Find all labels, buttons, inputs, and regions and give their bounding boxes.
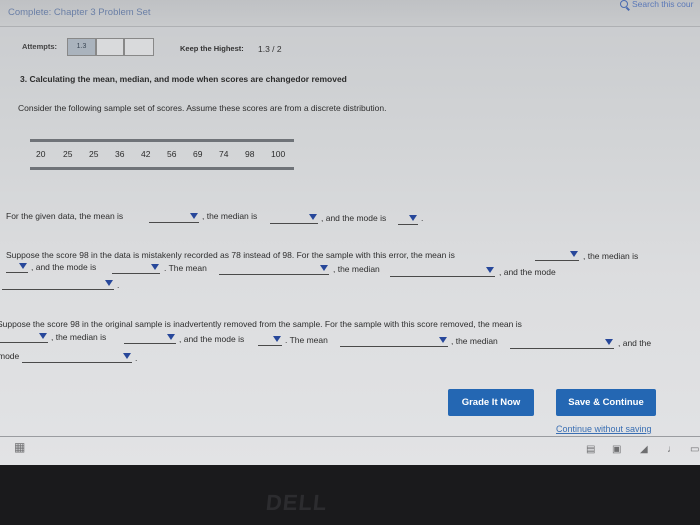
- score-cell: 20: [36, 149, 46, 159]
- course-title: Complete: Chapter 3 Problem Set: [8, 7, 151, 18]
- score-cell: 98: [245, 149, 255, 159]
- dropdown-arrow-icon: [167, 334, 175, 340]
- assignment-header: Complete: Chapter 3 Problem Set Search t…: [0, 0, 700, 27]
- dropdown-arrow-icon: [486, 267, 494, 273]
- search-label: Search this cour: [632, 0, 694, 9]
- start-menu-icon[interactable]: ▦: [14, 440, 25, 454]
- part2-text: Suppose the score 98 in the data is mist…: [6, 250, 455, 260]
- dropdown-arrow-icon: [19, 263, 27, 269]
- score-cell: 56: [167, 149, 177, 159]
- attempt-box-3: [124, 38, 154, 56]
- part2-text: , and the mode is: [31, 262, 97, 272]
- attempt-box-2: [96, 38, 124, 56]
- part1-mode-dropdown[interactable]: [398, 213, 418, 225]
- part1-mean-dropdown[interactable]: [149, 211, 199, 223]
- part2-text: , the median: [333, 264, 380, 274]
- part1-text: .: [421, 213, 424, 223]
- part3-text: . The mean: [285, 335, 328, 345]
- search-box[interactable]: Search this cour: [620, 0, 693, 9]
- dropdown-arrow-icon: [570, 251, 578, 257]
- score-cell: 36: [115, 149, 125, 159]
- dropdown-arrow-icon: [39, 333, 47, 339]
- part1-median-dropdown[interactable]: [270, 212, 318, 224]
- wifi-icon[interactable]: ◢: [640, 444, 648, 455]
- part2-text: , the median is: [583, 251, 639, 261]
- dropdown-arrow-icon: [409, 215, 417, 221]
- part3-text: mode: [0, 351, 20, 361]
- dropdown-arrow-icon: [151, 264, 159, 270]
- keep-highest-value: 1.3 / 2: [258, 44, 282, 54]
- dropdown-arrow-icon: [190, 213, 198, 219]
- taskbar-divider: [0, 436, 700, 437]
- score-cell: 69: [193, 149, 203, 159]
- search-icon: [620, 0, 628, 8]
- keep-highest-label: Keep the Highest:: [180, 44, 244, 53]
- question-title: 3. Calculating the mean, median, and mod…: [20, 74, 347, 84]
- part3-text: , the median is: [51, 332, 107, 342]
- continue-without-saving-link[interactable]: Continue without saving: [556, 424, 652, 434]
- scores-bottom-rule: [30, 167, 294, 170]
- scores-top-rule: [30, 139, 294, 142]
- attempt-box-1: 1.3: [67, 38, 96, 56]
- part3-text: Suppose the score 98 in the original sam…: [0, 319, 522, 329]
- part3-mean-dropdown[interactable]: [0, 331, 48, 343]
- dropdown-arrow-icon: [439, 337, 447, 343]
- question-instruction: Consider the following sample set of sco…: [18, 103, 387, 113]
- dell-logo: DELL: [264, 490, 329, 515]
- score-cell: 100: [271, 149, 286, 159]
- volume-icon[interactable]: ♩: [667, 444, 677, 455]
- dropdown-arrow-icon: [605, 339, 613, 345]
- part3-text: .: [135, 353, 138, 363]
- browser-screen: Complete: Chapter 3 Problem Set Search t…: [0, 0, 700, 465]
- part3-text: , the median: [451, 336, 498, 346]
- part2-text: .: [117, 280, 120, 290]
- part2-mode-dropdown[interactable]: [112, 262, 160, 274]
- dropdown-arrow-icon: [320, 265, 328, 271]
- part3-mode-change-dropdown[interactable]: [22, 351, 132, 363]
- part1-text: For the given data, the mean is: [6, 211, 124, 221]
- part3-mean-change-dropdown[interactable]: [340, 335, 448, 347]
- clipboard-icon[interactable]: ▤: [586, 444, 595, 455]
- dropdown-arrow-icon: [105, 280, 113, 286]
- notification-icon[interactable]: ▭: [690, 444, 699, 455]
- dropdown-arrow-icon: [123, 353, 131, 359]
- part3-text: , and the: [618, 338, 652, 348]
- part3-text: , and the mode is: [179, 334, 245, 344]
- part3-median-dropdown[interactable]: [124, 332, 176, 344]
- part3-mode-dropdown[interactable]: [258, 334, 282, 346]
- battery-icon[interactable]: ▣: [612, 444, 621, 455]
- part2-mode-change-dropdown[interactable]: [2, 278, 114, 290]
- attempts-label: Attempts:: [22, 42, 57, 51]
- grade-it-now-button[interactable]: Grade It Now: [448, 389, 534, 416]
- dropdown-arrow-icon: [309, 214, 317, 220]
- save-continue-button[interactable]: Save & Continue: [556, 389, 656, 416]
- dropdown-arrow-icon: [273, 336, 281, 342]
- part1-text: , and the mode is: [321, 213, 387, 223]
- part2-median-change-dropdown[interactable]: [390, 265, 495, 277]
- score-cell: 25: [63, 149, 73, 159]
- part2-text: . The mean: [164, 263, 207, 273]
- score-cell: 25: [89, 149, 99, 159]
- part2-text: , and the mode: [499, 267, 556, 277]
- part2-mean-dropdown[interactable]: [535, 249, 579, 261]
- part2-mean-change-dropdown[interactable]: [219, 263, 329, 275]
- part1-text: , the median is: [202, 211, 258, 221]
- part2-median-dropdown[interactable]: [6, 261, 28, 273]
- score-cell: 74: [219, 149, 229, 159]
- score-cell: 42: [141, 149, 151, 159]
- part3-median-change-dropdown[interactable]: [510, 337, 614, 349]
